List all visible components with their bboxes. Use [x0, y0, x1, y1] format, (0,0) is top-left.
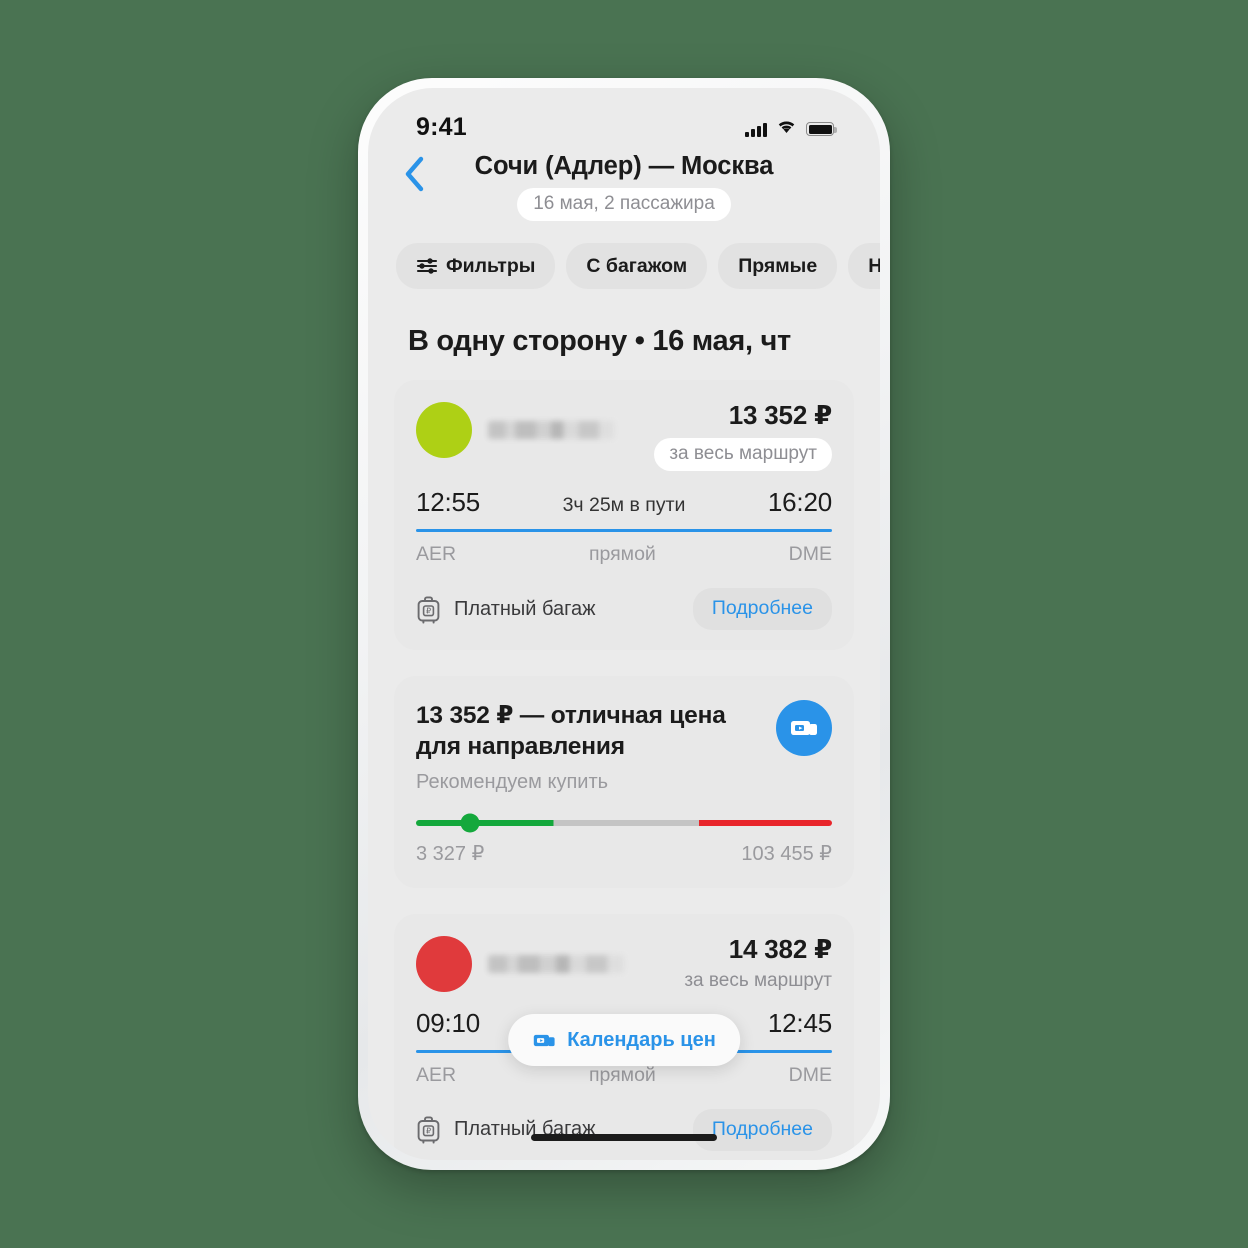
- price-scale-labels: 3 327 ₽ 103 455 ₽: [416, 841, 832, 866]
- max-price-label: 103 455 ₽: [741, 842, 832, 865]
- wifi-icon: [776, 119, 797, 139]
- section-title: В одну сторону • 16 мая, чт: [408, 325, 791, 357]
- flight-card-header: 14 382 ₽ за весь маршрут: [416, 934, 832, 992]
- flight-times-row: 12:55 3ч 25м в пути 16:20: [416, 487, 832, 518]
- stops-label: прямой: [588, 543, 656, 565]
- filter-chip-truncated[interactable]: Не б: [848, 243, 880, 289]
- chevron-left-icon: [405, 156, 424, 192]
- stops-label: прямой: [588, 1063, 656, 1086]
- filter-chip-with-baggage[interactable]: С багажом: [566, 243, 708, 289]
- details-button[interactable]: Подробнее: [692, 1108, 832, 1151]
- details-button[interactable]: Подробнее: [692, 588, 832, 630]
- airline-logo: [416, 935, 472, 992]
- departure-time: 12:55: [416, 487, 481, 517]
- flight-duration: 3ч 25м в пути: [562, 494, 686, 516]
- svg-text:₽: ₽: [426, 1127, 431, 1136]
- price-insight-title: 13 352 ₽ — отличная цена для направления: [416, 702, 726, 761]
- nav-header: Сочи (Адлер) — Москва 16 мая, 2 пассажир…: [368, 146, 880, 231]
- airline-group: [416, 400, 614, 458]
- baggage-row: ₽ Платный багаж Подробнее: [416, 588, 832, 630]
- airline-logo: [416, 402, 472, 458]
- price-insight-text: 13 352 ₽ — отличная цена для направления…: [416, 700, 736, 794]
- departure-time: 09:10: [416, 1007, 481, 1038]
- price-scale-marker[interactable]: [460, 813, 480, 833]
- destination-code: DME: [788, 543, 832, 565]
- svg-text:₽: ₽: [426, 606, 431, 615]
- price-note-pill: за весь маршрут: [654, 438, 832, 471]
- airports-row: AER прямой DME: [416, 1064, 832, 1087]
- flight-price: 13 352 ₽: [728, 400, 832, 430]
- phone-screen: 9:41 Сочи (Адлер) — Москва 16 мая, 2 пас…: [368, 88, 880, 1160]
- price-calendar-button[interactable]: Календарь цен: [508, 1014, 740, 1066]
- airline-group: [416, 934, 624, 992]
- origin-code: AER: [416, 1063, 457, 1086]
- price-group: 14 382 ₽ за весь маршрут: [684, 934, 832, 992]
- filter-chips-scroller[interactable]: Фильтры С багажом Прямые Не б: [368, 231, 880, 289]
- arrival-time: 16:20: [767, 487, 832, 517]
- status-bar-time: 9:41: [416, 113, 467, 141]
- flight-card-header: 13 352 ₽ за весь маршрут: [416, 400, 832, 471]
- cellular-bars-icon: [745, 122, 767, 137]
- battery-full-icon: [806, 122, 837, 136]
- sliders-icon: [416, 258, 438, 274]
- route-line: [416, 529, 832, 532]
- price-insight-card[interactable]: 13 352 ₽ — отличная цена для направления…: [394, 676, 854, 888]
- status-bar: 9:41: [368, 88, 880, 146]
- paid-baggage-icon: ₽: [417, 595, 440, 624]
- baggage-group: ₽ Платный багаж: [416, 595, 596, 624]
- price-calendar-button-label: Календарь цен: [567, 1028, 716, 1051]
- baggage-row: ₽ Платный багаж Подробнее: [416, 1108, 832, 1151]
- arrival-time: 12:45: [767, 1007, 832, 1038]
- min-price-label: 3 327 ₽: [416, 842, 485, 865]
- flight-price: 14 382 ₽: [728, 933, 832, 964]
- price-calendar-icon[interactable]: [776, 700, 832, 756]
- destination-code: DME: [788, 1063, 832, 1086]
- paid-baggage-icon: ₽: [417, 1116, 440, 1144]
- header-text-group: Сочи (Адлер) — Москва 16 мая, 2 пассажир…: [368, 152, 880, 221]
- airline-name-redacted: [488, 954, 624, 973]
- price-scale-track[interactable]: [416, 813, 832, 833]
- flight-card[interactable]: 13 352 ₽ за весь маршрут 12:55 3ч 25м в …: [394, 380, 854, 650]
- filter-chip-filters[interactable]: Фильтры: [396, 243, 556, 289]
- filter-chip-label: С багажом: [586, 254, 688, 277]
- home-indicator[interactable]: [531, 1134, 717, 1141]
- price-group: 13 352 ₽ за весь маршрут: [654, 400, 832, 471]
- price-insight-header: 13 352 ₽ — отличная цена для направления…: [416, 700, 832, 794]
- back-button[interactable]: [394, 154, 434, 194]
- phone-device-frame: 9:41 Сочи (Адлер) — Москва 16 мая, 2 пас…: [358, 78, 890, 1170]
- trip-summary-pill[interactable]: 16 мая, 2 пассажира: [517, 188, 731, 221]
- baggage-label: Платный багаж: [454, 597, 596, 620]
- price-note: за весь маршрут: [684, 969, 832, 991]
- origin-code: AER: [416, 543, 457, 565]
- filter-chip-label: Прямые: [738, 254, 818, 277]
- page-title: Сочи (Адлер) — Москва: [474, 152, 774, 180]
- airline-name-redacted: [488, 421, 614, 439]
- airports-row: AER прямой DME: [416, 543, 832, 566]
- filter-chip-direct[interactable]: Прямые: [718, 243, 838, 289]
- price-calendar-icon: [533, 1034, 555, 1046]
- status-bar-icons: [745, 119, 837, 142]
- filter-chip-label: Не б: [868, 254, 880, 277]
- filter-chip-label: Фильтры: [446, 254, 536, 277]
- price-insight-subtitle: Рекомендуем купить: [416, 770, 609, 793]
